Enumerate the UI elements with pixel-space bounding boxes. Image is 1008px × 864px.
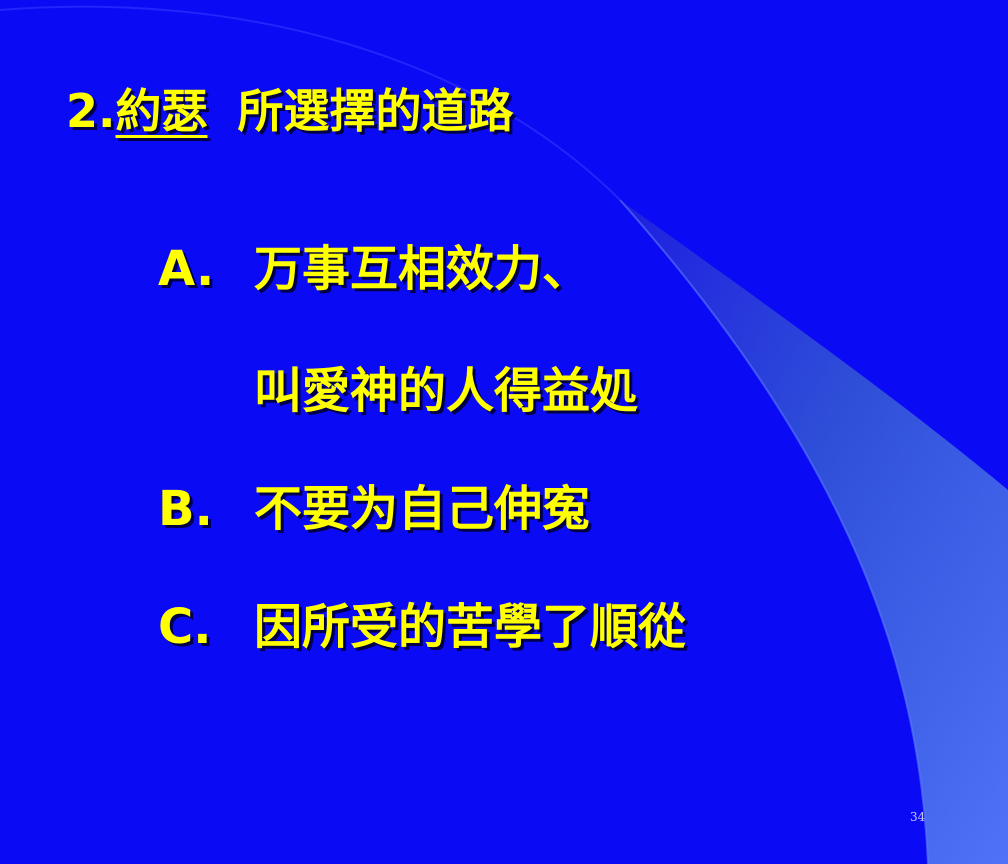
page-number: 34 (910, 810, 926, 824)
slide-title: 2.約瑟 所選擇的道路 (66, 78, 513, 144)
point-a-line-2: 叫愛神的人得益処 (254, 363, 639, 419)
title-name: 約瑟 (115, 84, 208, 138)
title-number: 2. (66, 84, 116, 138)
point-c: C. 因所受的苦學了順從 (158, 594, 686, 660)
point-b: B. 不要为自己伸寃 (158, 476, 590, 542)
title-rest: 所選擇的道路 (237, 84, 514, 138)
point-a-line-1: 万事互相效力、 (254, 241, 591, 297)
point-a: A. 万事互相效力、 (158, 236, 590, 302)
swoosh-band (620, 200, 1008, 864)
point-b-line-1: 不要为自己伸寃 (254, 481, 591, 537)
point-c-marker: C. (158, 599, 212, 655)
point-b-marker: B. (158, 481, 213, 537)
point-a-marker: A. (158, 241, 215, 297)
point-c-line-1: 因所受的苦學了順從 (254, 599, 687, 655)
point-a-continuation: 叫愛神的人得益処 (254, 358, 638, 424)
slide: 2.約瑟 所選擇的道路 A. 万事互相效力、 叫愛神的人得益処 B. 不要为自己伸寃 … (0, 0, 1008, 864)
